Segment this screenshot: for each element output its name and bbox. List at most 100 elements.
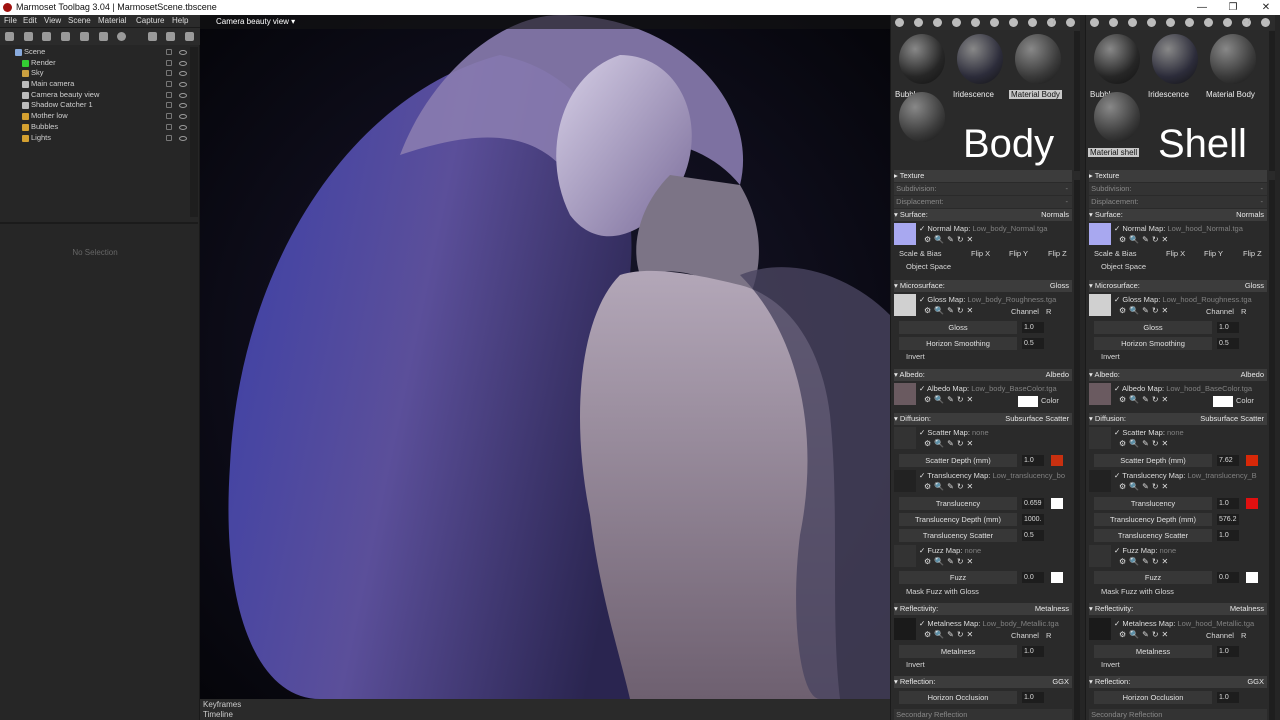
scatter-map-slot[interactable]: ✓ Scatter Map: none — [1114, 428, 1184, 437]
secondary-reflection-row[interactable]: Secondary Reflection — [894, 709, 1072, 720]
invert-checkbox[interactable]: Invert — [1101, 352, 1120, 361]
subdivision-dropdown[interactable]: - — [1066, 183, 1069, 195]
surface-section-header[interactable]: ▾ Surface: Normals — [1089, 209, 1267, 221]
scatter-depth-slider[interactable]: Scatter Depth (mm) — [1094, 454, 1212, 467]
translucency-depth-value[interactable]: 1000. — [1022, 514, 1044, 525]
gloss-map-slot[interactable]: ✓ Gloss Map: Low_body_Roughness.tga — [919, 295, 1056, 304]
lock-icon[interactable] — [166, 59, 172, 66]
microsurface-mode-dropdown[interactable]: Gloss — [1050, 280, 1069, 292]
map-tools[interactable]: ⚙🔍✎↻✕ — [924, 630, 976, 639]
timeline-label[interactable]: Timeline — [203, 710, 233, 719]
lock-icon[interactable] — [166, 81, 172, 88]
delete-material-icon[interactable] — [990, 18, 999, 27]
menu-capture[interactable]: Capture — [136, 16, 164, 25]
properties-scrollbar[interactable] — [1074, 180, 1080, 720]
fuzz-map-slot[interactable]: ✓ Fuzz Map: none — [1114, 546, 1176, 555]
translucency-depth-slider[interactable]: Translucency Depth (mm) — [899, 513, 1017, 526]
surface-section-header[interactable]: ▾ Surface: Normals — [894, 209, 1072, 221]
reflectivity-mode-dropdown[interactable]: Metalness — [1230, 603, 1264, 615]
menu-help[interactable]: Help — [172, 16, 188, 25]
library-scrollbar[interactable] — [1269, 31, 1275, 171]
visibility-eye-icon[interactable] — [179, 82, 187, 88]
map-tools[interactable]: ⚙🔍✎↻✕ — [1119, 482, 1171, 491]
map-tools[interactable]: ⚙🔍✎↻✕ — [1119, 235, 1171, 244]
scatter-depth-slider[interactable]: Scatter Depth (mm) — [899, 454, 1017, 467]
import-material-icon[interactable] — [1128, 18, 1137, 27]
scale-bias-checkbox[interactable]: Scale & Bias — [1094, 249, 1137, 258]
object-space-checkbox[interactable]: Object Space — [1101, 262, 1146, 271]
channel-dropdown[interactable]: R — [1046, 307, 1051, 316]
fuzz-map-thumbnail[interactable] — [1089, 545, 1111, 567]
menu-material[interactable]: Material — [98, 16, 126, 25]
tree-row-bubbles[interactable]: Bubbles — [0, 122, 190, 133]
metalness-map-thumbnail[interactable] — [1089, 618, 1111, 640]
translucency-scatter-value[interactable]: 1.0 — [1217, 530, 1239, 541]
visibility-eye-icon[interactable] — [179, 114, 187, 120]
albedo-mode-dropdown[interactable]: Albedo — [1241, 369, 1264, 381]
horizon-smoothing-value[interactable]: 0.5 — [1217, 338, 1239, 349]
metalness-map-slot[interactable]: ✓ Metalness Map: Low_body_Metallic.tga — [919, 619, 1059, 628]
map-tools[interactable]: ⚙🔍✎↻✕ — [924, 439, 976, 448]
diffusion-section-header[interactable]: ▾ Diffusion: Subsurface Scatter — [1089, 413, 1267, 425]
horizon-occlusion-slider[interactable]: Horizon Occlusion — [899, 691, 1017, 704]
reflection-mode-dropdown[interactable]: GGX — [1247, 676, 1264, 688]
add-camera-icon[interactable] — [42, 32, 51, 41]
translucency-value[interactable]: 0.659 — [1022, 498, 1044, 509]
normal-map-slot[interactable]: ✓ Normal Map: Low_hood_Normal.tga — [1114, 224, 1243, 233]
tree-row-scene[interactable]: Scene — [0, 47, 190, 58]
map-tools[interactable]: ⚙🔍✎↻✕ — [1119, 395, 1171, 404]
translucency-map-thumbnail[interactable] — [894, 470, 916, 492]
fuzz-map-slot[interactable]: ✓ Fuzz Map: none — [919, 546, 981, 555]
translucency-map-slot[interactable]: ✓ Translucency Map: Low_translucency_B — [1114, 471, 1257, 480]
properties-scrollbar[interactable] — [1269, 180, 1275, 720]
albedo-map-slot[interactable]: ✓ Albedo Map: Low_hood_BaseColor.tga — [1114, 384, 1252, 393]
displacement-dropdown[interactable]: - — [1066, 196, 1069, 208]
reflectivity-section-header[interactable]: ▾ Reflectivity: Metalness — [894, 603, 1072, 615]
surface-mode-dropdown[interactable]: Normals — [1236, 209, 1264, 221]
scatter-color-swatch[interactable] — [1246, 455, 1258, 466]
reflectivity-section-header[interactable]: ▾ Reflectivity: Metalness — [1089, 603, 1267, 615]
tree-row-render[interactable]: Render — [0, 58, 190, 69]
subdivision-dropdown[interactable]: - — [1261, 183, 1264, 195]
lock-icon[interactable] — [166, 134, 172, 141]
outliner-divider[interactable] — [0, 222, 198, 224]
microsurface-section-header[interactable]: ▾ Microsurface: Gloss — [1089, 280, 1267, 292]
lock-icon[interactable] — [166, 102, 172, 109]
tree-row-lights[interactable]: Lights — [0, 133, 190, 144]
lock-icon[interactable] — [166, 91, 172, 98]
fuzz-color-swatch[interactable] — [1051, 572, 1063, 583]
subdivision-row[interactable]: Subdivision: - — [894, 183, 1072, 195]
microsurface-mode-dropdown[interactable]: Gloss — [1245, 280, 1264, 292]
add-sky-icon[interactable] — [117, 32, 126, 41]
invert-checkbox[interactable]: Invert — [906, 352, 925, 361]
horizon-occlusion-slider[interactable]: Horizon Occlusion — [1094, 691, 1212, 704]
visibility-eye-icon[interactable] — [179, 92, 187, 98]
flip-y-checkbox[interactable]: Flip Y — [1204, 249, 1223, 258]
albedo-color-swatch[interactable] — [1018, 396, 1038, 407]
albedo-map-thumbnail[interactable] — [1089, 383, 1111, 405]
minimize-button[interactable]: — — [1189, 0, 1215, 15]
add-object-icon[interactable] — [99, 32, 108, 41]
material-swatch[interactable]: Material Body — [1007, 31, 1063, 102]
horizon-smoothing-slider[interactable]: Horizon Smoothing — [899, 337, 1017, 350]
menu-scene[interactable]: Scene — [68, 16, 91, 25]
horizon-occlusion-value[interactable]: 1.0 — [1022, 692, 1044, 703]
menu-file[interactable]: File — [4, 16, 17, 25]
channel-dropdown[interactable]: R — [1241, 307, 1246, 316]
translucency-slider[interactable]: Translucency — [899, 497, 1017, 510]
gloss-slider[interactable]: Gloss — [1094, 321, 1212, 334]
map-tools[interactable]: ⚙🔍✎↻✕ — [1119, 439, 1171, 448]
object-space-checkbox[interactable]: Object Space — [906, 262, 951, 271]
metalness-value[interactable]: 1.0 — [1217, 646, 1239, 657]
diffusion-mode-dropdown[interactable]: Subsurface Scatter — [1200, 413, 1264, 425]
normal-map-thumbnail[interactable] — [1089, 223, 1111, 245]
map-tools[interactable]: ⚙🔍✎↻✕ — [1119, 630, 1171, 639]
metalness-map-slot[interactable]: ✓ Metalness Map: Low_hood_Metallic.tga — [1114, 619, 1254, 628]
visibility-eye-icon[interactable] — [179, 135, 187, 141]
translucency-depth-value[interactable]: 576.2 — [1217, 514, 1239, 525]
material-dropdown[interactable]: - / — [1243, 17, 1250, 26]
albedo-map-slot[interactable]: ✓ Albedo Map: Low_body_BaseColor.tga — [919, 384, 1057, 393]
menu-edit[interactable]: Edit — [23, 16, 37, 25]
translucency-scatter-slider[interactable]: Translucency Scatter — [899, 529, 1017, 542]
assign-material-icon[interactable] — [1204, 18, 1213, 27]
